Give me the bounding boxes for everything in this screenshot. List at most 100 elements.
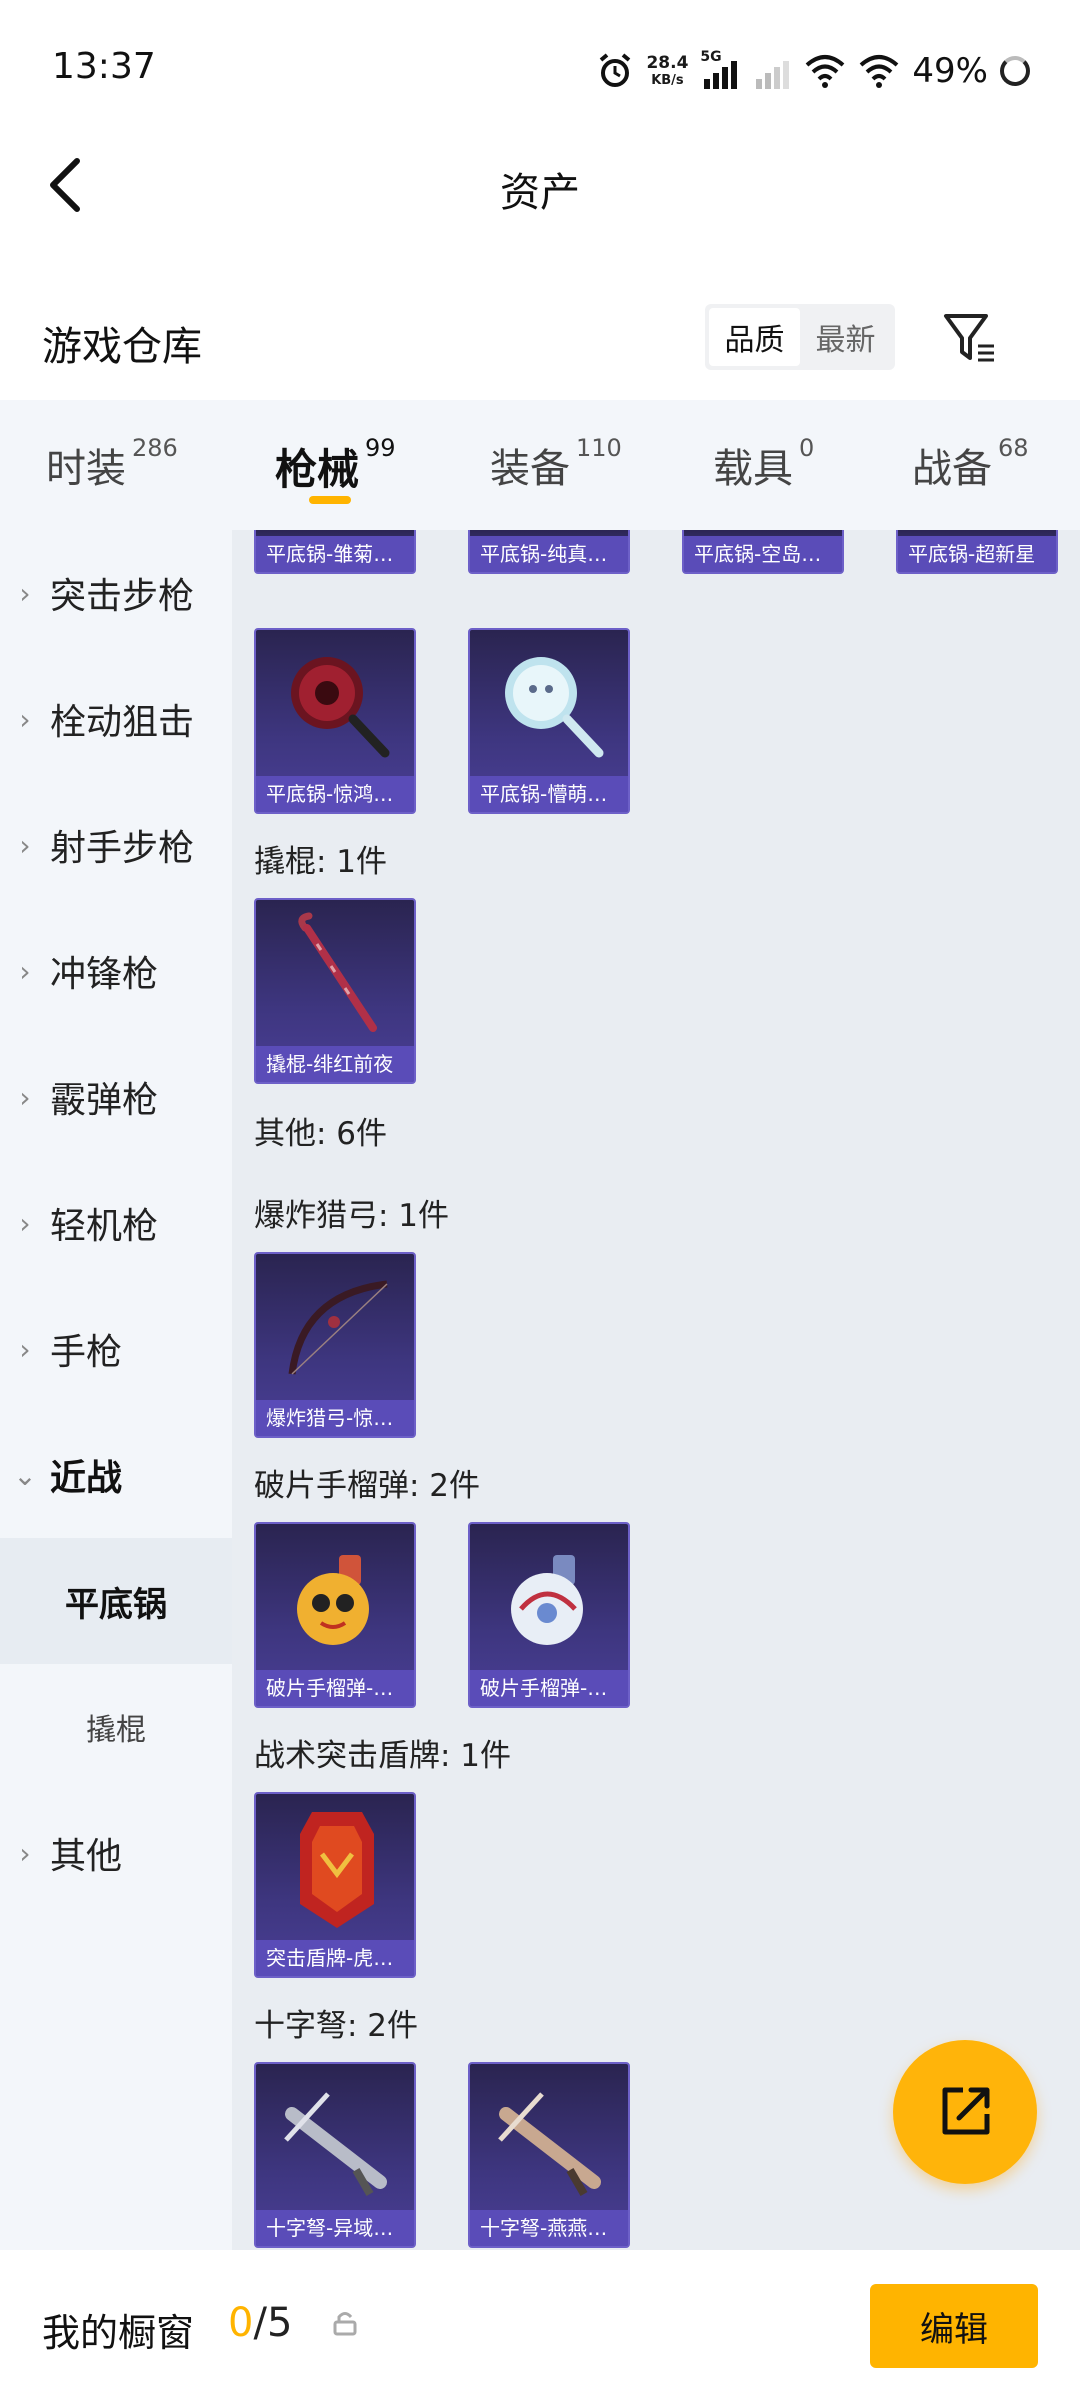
sidebar-item-shotgun[interactable]: › 霰弹枪 bbox=[0, 1034, 232, 1160]
chevron-right-icon: › bbox=[19, 1206, 31, 1240]
item-card[interactable]: 突击盾牌-虎… bbox=[254, 1792, 416, 1978]
warehouse-title: 游戏仓库 bbox=[42, 324, 202, 370]
battery-icon bbox=[1000, 56, 1030, 86]
tab-vehicles[interactable]: 载具 0 bbox=[713, 434, 814, 494]
item-caption: 平底锅-空岛… bbox=[684, 536, 842, 572]
item-card[interactable]: 平底锅-懵萌… bbox=[468, 628, 630, 814]
page-title: 资产 bbox=[500, 170, 580, 216]
pan-red-image bbox=[256, 630, 414, 780]
warehouse-header: 游戏仓库 品质 最新 bbox=[0, 290, 1080, 386]
item-caption: 十字弩-燕燕… bbox=[470, 2210, 628, 2246]
item-card[interactable]: 平底锅-雏菊… bbox=[254, 530, 416, 574]
filter-button[interactable] bbox=[940, 308, 1000, 368]
item-caption: 十字弩-异域… bbox=[256, 2210, 414, 2246]
wifi-icon bbox=[806, 55, 845, 88]
tab-combat-gear[interactable]: 战备 68 bbox=[912, 434, 1029, 494]
tab-count: 286 bbox=[132, 434, 178, 462]
tab-label: 载具 bbox=[713, 446, 793, 492]
sidebar-item-smg[interactable]: › 冲锋枪 bbox=[0, 908, 232, 1034]
item-caption: 平底锅-懵萌… bbox=[470, 776, 628, 812]
item-card[interactable]: 平底锅-空岛… bbox=[682, 530, 844, 574]
item-caption: 撬棍-绯红前夜 bbox=[256, 1046, 414, 1082]
active-tab-indicator bbox=[309, 496, 351, 504]
bow-image bbox=[256, 1254, 414, 1404]
status-icons: 28.4 KB/s 5G 49% bbox=[596, 48, 1030, 94]
pan-cute-image bbox=[470, 630, 628, 780]
sidebar-item-lmg[interactable]: › 轻机枪 bbox=[0, 1160, 232, 1286]
sidebar-item-assault-rifle[interactable]: › 突击步枪 bbox=[0, 530, 232, 656]
chevron-right-icon: › bbox=[19, 954, 31, 988]
item-card[interactable]: 撬棍-绯红前夜 bbox=[254, 898, 416, 1084]
item-card[interactable]: 破片手榴弹-… bbox=[468, 1522, 630, 1708]
tab-label: 装备 bbox=[490, 446, 570, 492]
showcase-separator: / bbox=[253, 2300, 267, 2346]
showcase-current: 0 bbox=[228, 2300, 254, 2346]
item-card[interactable]: 平底锅-惊鸿… bbox=[254, 628, 416, 814]
signal-weak-icon bbox=[756, 61, 790, 89]
group-label-grenade: 破片手榴弹: 2件 bbox=[254, 1468, 481, 1504]
weapon-category-sidebar: › 突击步枪 › 栓动狙击 › 射手步枪 › 冲锋枪 › 霰弹枪 › 轻机枪 ›… bbox=[0, 530, 232, 2250]
group-label-crossbow: 十字弩: 2件 bbox=[254, 2008, 419, 2044]
item-grid: 平底锅-雏菊… 平底锅-纯真… 平底锅-空岛… 平底锅-超新星 平底锅-惊鸿… bbox=[232, 530, 1080, 2250]
item-card[interactable]: 破片手榴弹-… bbox=[254, 1522, 416, 1708]
chevron-right-icon: › bbox=[19, 1332, 31, 1366]
item-card[interactable]: 平底锅-纯真… bbox=[468, 530, 630, 574]
net-speed: 28.4 KB/s bbox=[646, 53, 689, 88]
sidebar-item-other[interactable]: › 其他 bbox=[0, 1790, 232, 1916]
showcase-count: 0/5 bbox=[228, 2300, 292, 2346]
sidebar-item-label: 冲锋枪 bbox=[50, 954, 159, 995]
item-card[interactable]: 十字弩-异域… bbox=[254, 2062, 416, 2248]
sidebar-subitem-pan[interactable]: 平底锅 bbox=[0, 1538, 232, 1664]
item-caption: 破片手榴弹-… bbox=[470, 1670, 628, 1706]
item-caption: 破片手榴弹-… bbox=[256, 1670, 414, 1706]
sidebar-subitem-crowbar[interactable]: 撬棍 bbox=[0, 1664, 232, 1790]
tab-label: 战备 bbox=[912, 446, 992, 492]
tab-fashion[interactable]: 时装 286 bbox=[46, 434, 178, 494]
group-label-crowbar: 撬棍: 1件 bbox=[254, 844, 388, 880]
sort-newest-button[interactable]: 最新 bbox=[800, 308, 891, 366]
chevron-down-icon: ⌄ bbox=[13, 1458, 37, 1492]
status-time: 13:37 bbox=[52, 46, 156, 87]
signal-5g-icon: 5G bbox=[700, 49, 740, 91]
showcase-bar: 我的橱窗 0/5 编辑 bbox=[0, 2252, 1080, 2400]
battery-percent: 49% bbox=[912, 51, 988, 91]
tab-firearms[interactable]: 枪械 99 bbox=[275, 434, 396, 504]
tab-count: 110 bbox=[576, 434, 622, 462]
status-bar: 13:37 28.4 KB/s 5G 49% bbox=[0, 0, 1080, 140]
group-label-other: 其他: 6件 bbox=[254, 1116, 388, 1152]
chevron-right-icon: › bbox=[19, 702, 31, 736]
shield-image bbox=[256, 1794, 414, 1944]
item-card[interactable]: 十字弩-燕燕… bbox=[468, 2062, 630, 2248]
wifi-icon-2 bbox=[860, 55, 899, 88]
item-caption: 平底锅-纯真… bbox=[470, 536, 628, 572]
sidebar-item-melee[interactable]: ⌄ 近战 bbox=[0, 1412, 232, 1538]
crowbar-image bbox=[256, 900, 414, 1050]
share-fab[interactable] bbox=[893, 2040, 1037, 2184]
item-caption: 平底锅-惊鸿… bbox=[256, 776, 414, 812]
sort-quality-button[interactable]: 品质 bbox=[709, 308, 800, 366]
sidebar-item-label: 近战 bbox=[50, 1458, 123, 1499]
item-caption: 爆炸猎弓-惊… bbox=[256, 1400, 414, 1436]
export-icon bbox=[942, 2087, 990, 2135]
sidebar-item-marksman-rifle[interactable]: › 射手步枪 bbox=[0, 782, 232, 908]
chevron-right-icon: › bbox=[19, 1080, 31, 1114]
lock-icon bbox=[333, 2312, 357, 2336]
filter-icon bbox=[944, 314, 994, 362]
sidebar-item-label: 手枪 bbox=[50, 1332, 123, 1373]
grenade-yellow-image bbox=[256, 1524, 414, 1674]
tab-label: 时装 bbox=[46, 446, 126, 492]
item-caption: 平底锅-雏菊… bbox=[256, 536, 414, 572]
tab-equipment[interactable]: 装备 110 bbox=[490, 434, 622, 494]
sidebar-item-pistol[interactable]: › 手枪 bbox=[0, 1286, 232, 1412]
grenade-white-image bbox=[470, 1524, 628, 1674]
sidebar-item-label: 其他 bbox=[50, 1836, 123, 1877]
tab-label: 枪械 bbox=[275, 445, 360, 494]
item-card[interactable]: 平底锅-超新星 bbox=[896, 530, 1058, 574]
group-label-shield: 战术突击盾牌: 1件 bbox=[254, 1738, 512, 1774]
net-speed-value: 28.4 bbox=[646, 53, 689, 73]
item-card[interactable]: 爆炸猎弓-惊… bbox=[254, 1252, 416, 1438]
app-header: 资产 bbox=[0, 140, 1080, 230]
alarm-icon bbox=[600, 53, 631, 87]
sidebar-item-bolt-sniper[interactable]: › 栓动狙击 bbox=[0, 656, 232, 782]
edit-button[interactable]: 编辑 bbox=[870, 2284, 1038, 2368]
